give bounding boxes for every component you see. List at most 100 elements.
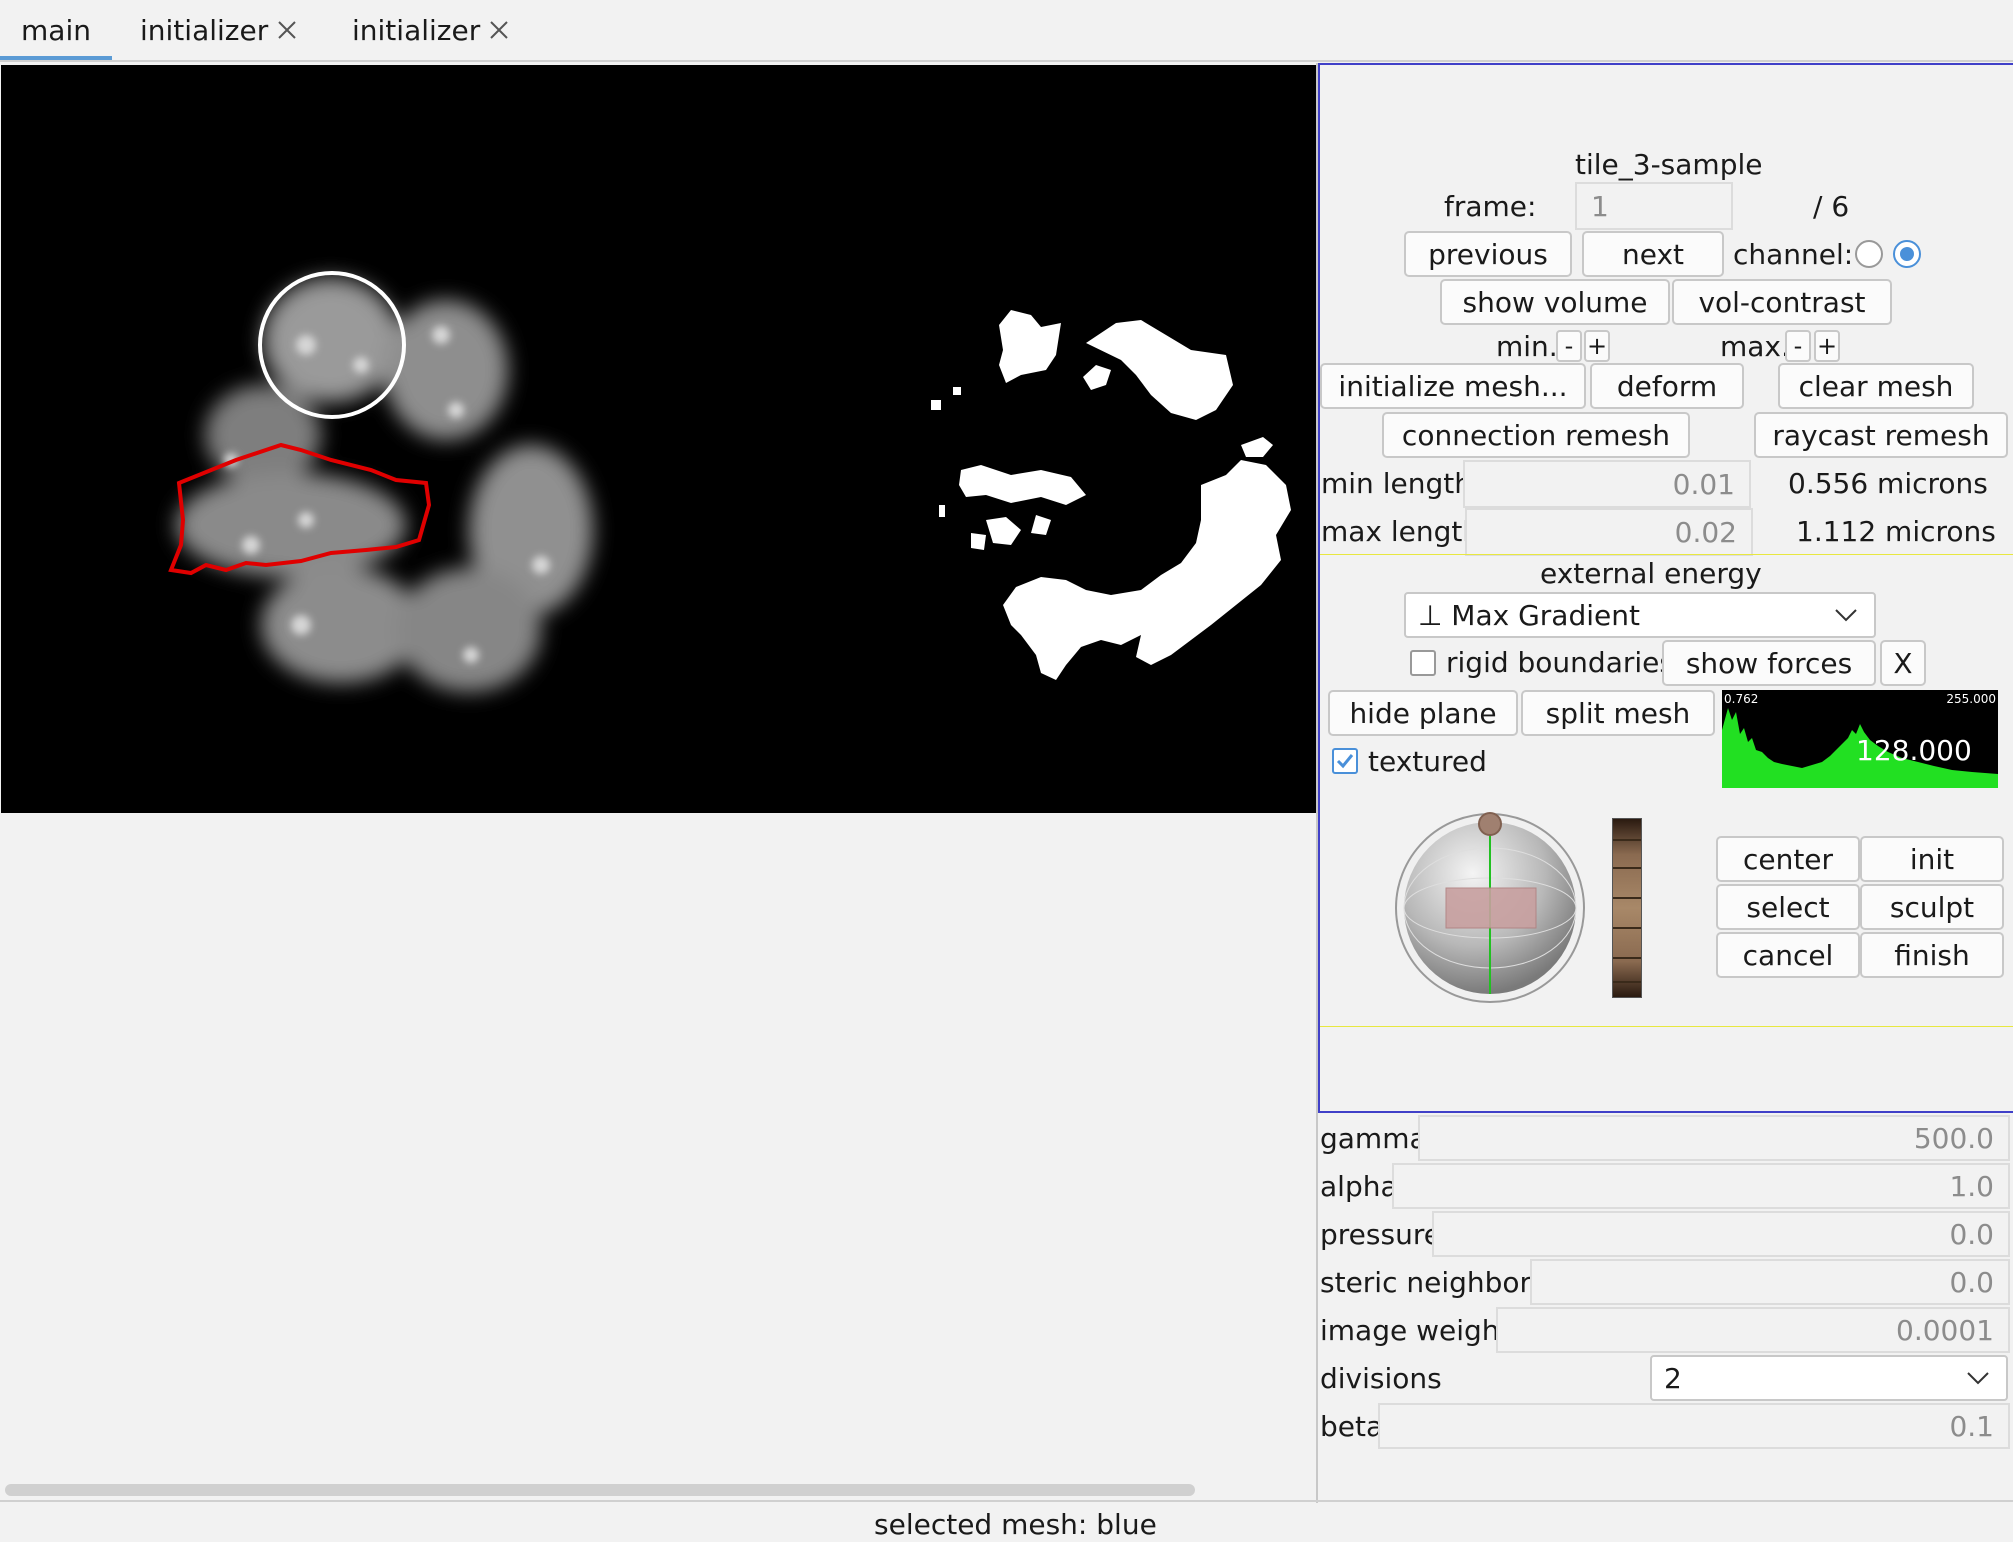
tab-initializer-2[interactable]: initializer xyxy=(352,0,512,60)
tab-initializer-1-label: initializer xyxy=(140,13,269,47)
sphere-icon xyxy=(1395,812,1585,1003)
rigid-boundaries-checkbox[interactable] xyxy=(1410,650,1436,676)
steric-neighbors-input[interactable]: 0.0 xyxy=(1530,1259,2010,1305)
show-forces-button[interactable]: show forces xyxy=(1662,640,1876,686)
hide-plane-button[interactable]: hide plane xyxy=(1328,690,1518,736)
tab-main-label: main xyxy=(21,13,91,47)
wheel-tick xyxy=(1613,927,1641,929)
beta-input[interactable]: 0.1 xyxy=(1378,1403,2010,1449)
wheel-tick xyxy=(1613,867,1641,869)
channel-radio-1[interactable] xyxy=(1855,240,1883,268)
max-decrease-button[interactable]: - xyxy=(1785,330,1811,362)
max-length-microns: 1.112 microns xyxy=(1796,515,1996,548)
histogram-value: 128.000 xyxy=(1856,734,1972,767)
pressure-value: 0.0 xyxy=(1949,1217,1994,1251)
previous-button[interactable]: previous xyxy=(1404,231,1572,277)
checkmark-icon xyxy=(1336,754,1354,769)
textured-checkbox[interactable] xyxy=(1332,748,1358,774)
textured-label: textured xyxy=(1368,745,1487,778)
min-label: min. xyxy=(1496,330,1558,363)
image-weight-value: 0.0001 xyxy=(1896,1313,1994,1347)
raycast-remesh-button[interactable]: raycast remesh xyxy=(1754,412,2008,458)
chevron-down-icon xyxy=(1835,609,1857,622)
pressure-label: pressure xyxy=(1320,1218,1441,1251)
depth-wheel-slider[interactable] xyxy=(1612,818,1642,998)
beta-value: 0.1 xyxy=(1949,1409,1994,1443)
vol-contrast-button[interactable]: vol-contrast xyxy=(1672,279,1892,325)
alpha-input[interactable]: 1.0 xyxy=(1392,1163,2010,1209)
intensity-histogram[interactable]: 0.762 255.000 128.000 xyxy=(1722,690,1998,788)
histogram-max: 255.000 xyxy=(1946,692,1996,706)
min-increase-button[interactable]: + xyxy=(1584,330,1610,362)
radio-selected-dot xyxy=(1900,247,1914,261)
alpha-value: 1.0 xyxy=(1949,1169,1994,1203)
deform-button[interactable]: deform xyxy=(1590,363,1744,409)
tab-initializer-2-label: initializer xyxy=(352,13,481,47)
max-label: max. xyxy=(1720,330,1790,363)
frame-total: / 6 xyxy=(1813,190,1850,223)
image-weight-input[interactable]: 0.0001 xyxy=(1496,1307,2010,1353)
beta-label: beta xyxy=(1320,1410,1384,1443)
min-length-label: min length xyxy=(1321,467,1472,500)
select-button[interactable]: select xyxy=(1716,884,1860,930)
chevron-down-icon xyxy=(1967,1372,1989,1385)
sculpt-button[interactable]: sculpt xyxy=(1860,884,2004,930)
channel-label: channel: xyxy=(1733,238,1854,271)
close-icon[interactable] xyxy=(276,19,298,41)
min-length-microns: 0.556 microns xyxy=(1788,467,1988,500)
rigid-boundaries-label: rigid boundaries xyxy=(1446,646,1674,679)
cell-nuclei xyxy=(176,278,593,692)
tab-bar: main initializer initializer xyxy=(0,0,2013,62)
energy-type-value: ⊥ Max Gradient xyxy=(1418,598,1640,632)
tab-main[interactable]: main xyxy=(0,0,112,60)
max-length-label: max length xyxy=(1321,515,1481,548)
energy-type-select[interactable]: ⊥ Max Gradient xyxy=(1404,592,1876,638)
min-decrease-button[interactable]: - xyxy=(1556,330,1582,362)
wheel-tick xyxy=(1613,897,1641,899)
tab-active-indicator xyxy=(0,56,112,60)
status-text: selected mesh: blue xyxy=(874,1508,1157,1541)
next-button[interactable]: next xyxy=(1582,231,1724,277)
divisions-select[interactable]: 2 xyxy=(1650,1355,2008,1401)
frame-label: frame: xyxy=(1444,190,1537,223)
microscopy-canvas[interactable] xyxy=(1,65,1317,813)
max-increase-button[interactable]: + xyxy=(1814,330,1840,362)
steric-neighbors-value: 0.0 xyxy=(1949,1265,1994,1299)
initialize-mesh-button[interactable]: initialize mesh... xyxy=(1320,363,1586,409)
close-icon[interactable] xyxy=(488,19,510,41)
min-length-input[interactable]: 0.01 xyxy=(1463,460,1751,508)
histogram-min: 0.762 xyxy=(1724,692,1759,706)
cancel-button[interactable]: cancel xyxy=(1716,932,1860,978)
max-length-value: 0.02 xyxy=(1674,515,1737,549)
pressure-input[interactable]: 0.0 xyxy=(1432,1211,2010,1257)
image-weight-label: image weight xyxy=(1320,1314,1511,1347)
split-mesh-button[interactable]: split mesh xyxy=(1521,690,1715,736)
binary-mask xyxy=(931,310,1291,680)
divisions-value: 2 xyxy=(1664,1361,1682,1395)
image-title: tile_3-sample xyxy=(1575,148,1763,181)
wheel-tick xyxy=(1613,957,1641,959)
panel-divider xyxy=(1316,63,1318,1503)
alpha-label: alpha xyxy=(1320,1170,1398,1203)
image-viewer[interactable] xyxy=(1,65,1317,813)
rotation-trackball[interactable] xyxy=(1394,812,1586,1004)
finish-button[interactable]: finish xyxy=(1860,932,2004,978)
external-energy-title: external energy xyxy=(1540,557,1762,590)
center-button[interactable]: center xyxy=(1716,836,1860,882)
show-volume-button[interactable]: show volume xyxy=(1440,279,1670,325)
horizontal-scrollbar[interactable] xyxy=(5,1484,1195,1496)
wheel-tick xyxy=(1613,981,1641,983)
gamma-input[interactable]: 500.0 xyxy=(1418,1115,2010,1161)
frame-input[interactable]: 1 xyxy=(1575,182,1733,230)
steric-neighbors-label: steric neighbors xyxy=(1320,1266,1546,1299)
tab-initializer-1[interactable]: initializer xyxy=(140,0,300,60)
clear-mesh-button[interactable]: clear mesh xyxy=(1778,363,1974,409)
gamma-value: 500.0 xyxy=(1913,1121,1994,1155)
connection-remesh-button[interactable]: connection remesh xyxy=(1382,412,1690,458)
gamma-label: gamma xyxy=(1320,1122,1427,1155)
channel-radio-2[interactable] xyxy=(1893,240,1921,268)
wheel-tick xyxy=(1613,839,1641,841)
max-length-input[interactable]: 0.02 xyxy=(1465,508,1753,556)
x-button[interactable]: X xyxy=(1880,640,1926,686)
init-button[interactable]: init xyxy=(1860,836,2004,882)
